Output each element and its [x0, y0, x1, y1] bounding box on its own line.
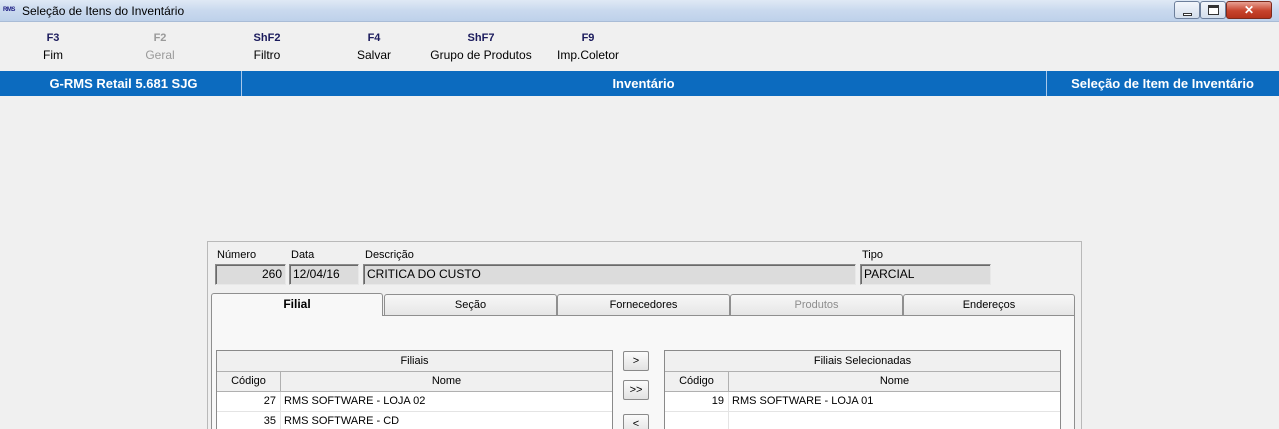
fkey-caption: Fim — [43, 48, 63, 62]
numero-field[interactable]: 260 — [215, 264, 286, 285]
descricao-field[interactable]: CRITICA DO CUSTO — [363, 264, 856, 285]
fkey-caption: Salvar — [356, 48, 391, 62]
cell-codigo: 35 — [217, 412, 281, 429]
fkey-caption: Imp.Coletor — [556, 48, 620, 62]
cell-codigo: 19 — [665, 392, 729, 411]
column-header-codigo[interactable]: Código — [217, 372, 281, 391]
cell-codigo: 27 — [217, 392, 281, 411]
data-field[interactable]: 12/04/16 — [289, 264, 359, 285]
column-header-nome[interactable]: Nome — [729, 372, 1060, 391]
cell-nome: RMS SOFTWARE - CD — [284, 415, 400, 427]
tipo-label: Tipo — [862, 249, 883, 261]
function-key-toolbar: F3 Fim F2 Geral ShF2 Filtro F4 Salvar Sh… — [0, 30, 1279, 70]
descricao-label: Descrição — [365, 249, 414, 261]
fkey-label: F2 — [153, 32, 167, 44]
tipo-field[interactable]: PARCIAL — [860, 264, 991, 285]
filiais-selecionadas-grid[interactable]: Filiais Selecionadas Código Nome 19 RMS … — [664, 350, 1061, 429]
fkey-label: F3 — [46, 32, 60, 44]
grid-caption: Filiais — [217, 351, 612, 372]
window-title: Seleção de Itens do Inventário — [22, 4, 185, 18]
add-one-button[interactable]: > — [623, 351, 649, 371]
fkey-caption: Grupo de Produtos — [430, 48, 532, 62]
table-row[interactable]: 19 RMS SOFTWARE - LOJA 01 — [665, 392, 1060, 412]
column-header-nome[interactable]: Nome — [281, 372, 612, 391]
grid-header: Código Nome — [665, 372, 1060, 392]
minimize-icon — [1183, 13, 1192, 16]
fkey-label: F4 — [367, 32, 381, 44]
maximize-icon — [1208, 5, 1219, 15]
table-row[interactable]: 35 RMS SOFTWARE - CD — [217, 412, 612, 429]
maximize-button[interactable] — [1200, 1, 1226, 19]
tab-fornecedores[interactable]: Fornecedores — [557, 294, 730, 315]
salvar-button[interactable]: F4 Salvar — [349, 30, 399, 64]
fkey-label: ShF2 — [253, 32, 281, 44]
fkey-label: F9 — [581, 32, 595, 44]
column-header-codigo[interactable]: Código — [665, 372, 729, 391]
fkey-caption: Geral — [145, 48, 175, 62]
fkey-caption: Filtro — [253, 48, 281, 62]
tab-filial[interactable]: Filial — [211, 293, 383, 316]
grid-caption: Filiais Selecionadas — [665, 351, 1060, 372]
numero-label: Número — [217, 249, 257, 261]
filtro-button[interactable]: ShF2 Filtro — [242, 30, 292, 64]
close-icon: ✕ — [1243, 3, 1255, 17]
tab-enderecos[interactable]: Endereços — [903, 294, 1075, 315]
product-version: G-RMS Retail 5.681 SJG — [49, 76, 198, 91]
cell-codigo — [665, 412, 729, 429]
minimize-button[interactable] — [1174, 1, 1200, 19]
close-button[interactable]: ✕ — [1226, 1, 1272, 19]
table-row[interactable] — [665, 412, 1060, 429]
filiais-grid[interactable]: Filiais Código Nome 27 RMS SOFTWARE - LO… — [216, 350, 613, 429]
fkey-label: ShF7 — [467, 32, 495, 44]
title-bar: RMS Seleção de Itens do Inventário ✕ — [0, 0, 1279, 22]
tab-secao[interactable]: Seção — [384, 294, 557, 315]
module-name: Inventário — [612, 76, 675, 91]
remove-one-button[interactable]: < — [623, 414, 649, 429]
add-all-button[interactable]: >> — [623, 380, 649, 400]
tab-produtos[interactable]: Produtos — [730, 294, 903, 315]
data-label: Data — [291, 249, 315, 261]
cell-nome: RMS SOFTWARE - LOJA 02 — [284, 395, 426, 407]
module-banner: G-RMS Retail 5.681 SJG Inventário Seleçã… — [0, 71, 1279, 96]
table-row[interactable]: 27 RMS SOFTWARE - LOJA 02 — [217, 392, 612, 412]
geral-button[interactable]: F2 Geral — [135, 30, 185, 64]
cell-nome: RMS SOFTWARE - LOJA 01 — [732, 395, 874, 407]
screen-name: Seleção de Item de Inventário — [1071, 76, 1254, 91]
fim-button[interactable]: F3 Fim — [28, 30, 78, 64]
grid-header: Código Nome — [217, 372, 612, 392]
grupo-de-produtos-button[interactable]: ShF7 Grupo de Produtos — [426, 30, 536, 64]
app-icon: RMS — [3, 7, 15, 13]
imp-coletor-button[interactable]: F9 Imp.Coletor — [548, 30, 628, 64]
